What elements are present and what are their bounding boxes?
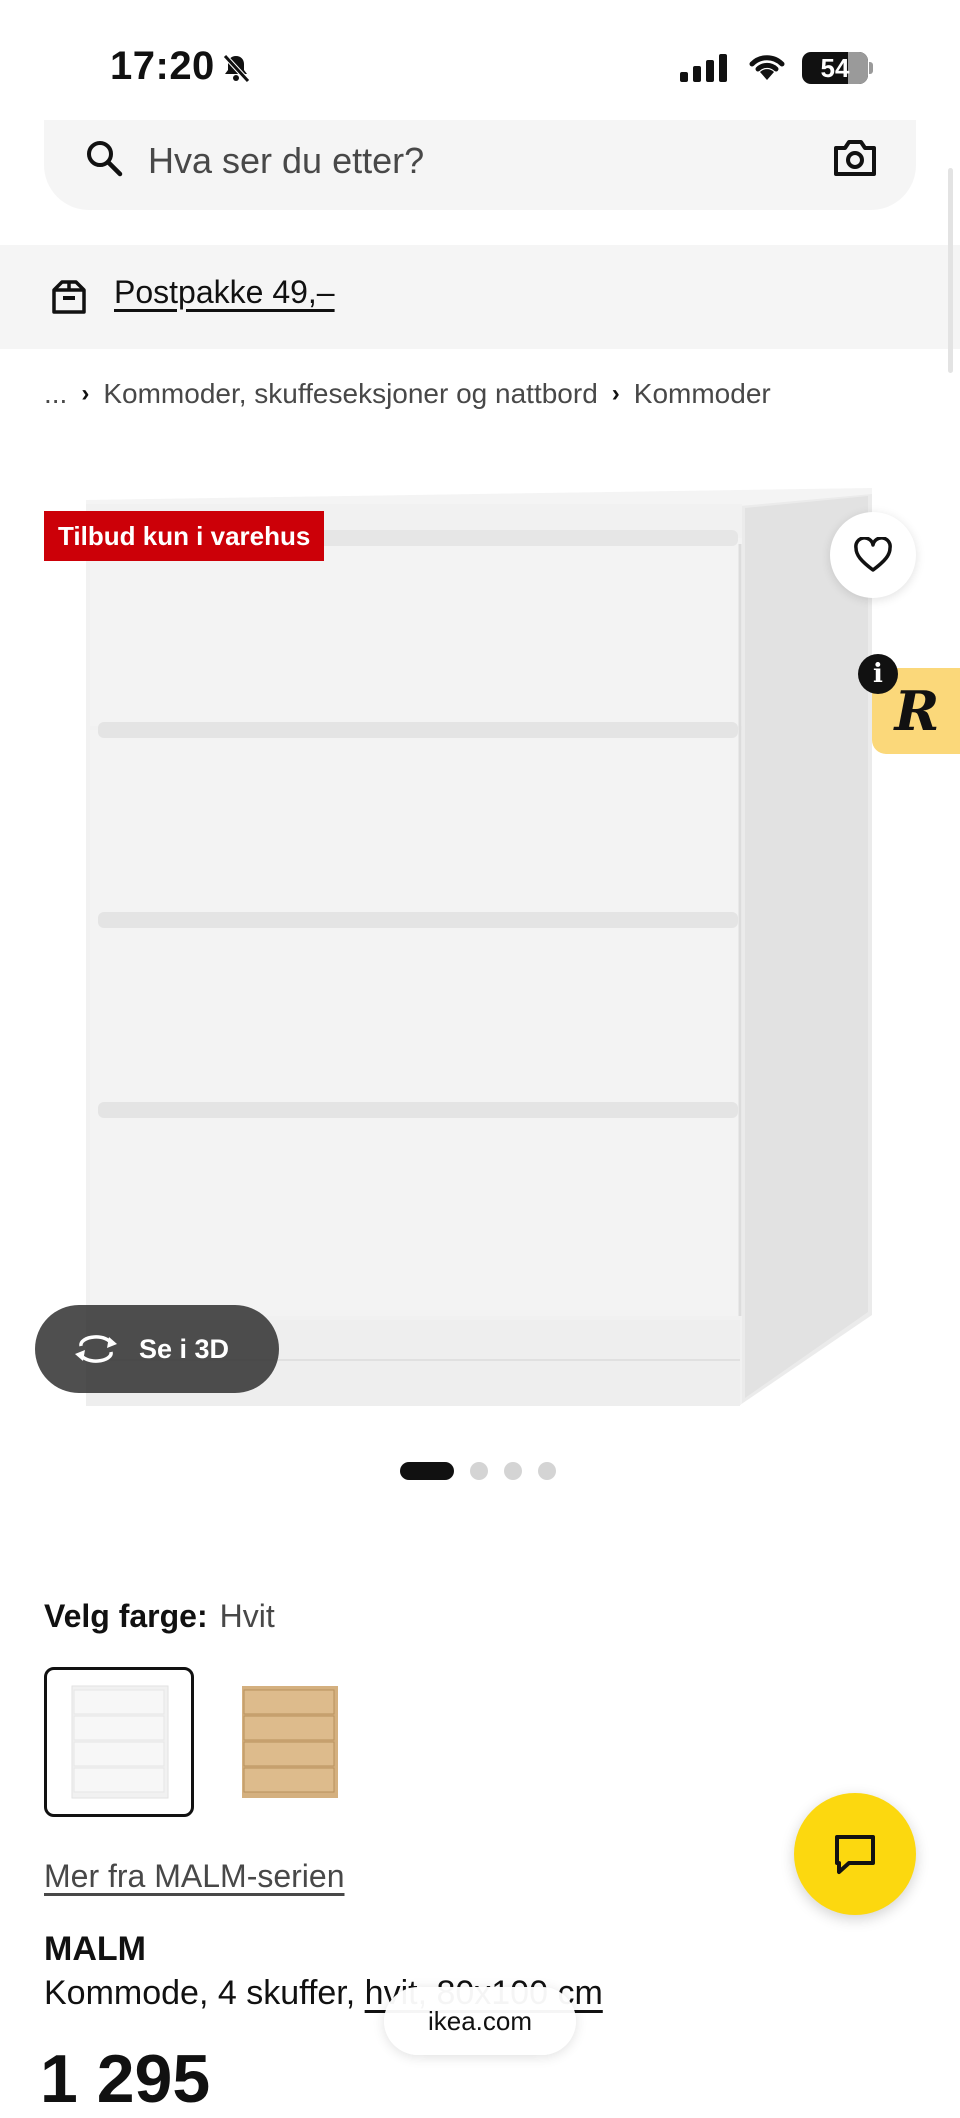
status-time: 17:20 [110, 44, 215, 88]
product-description-text: Kommode, 4 skuffer, [44, 1974, 365, 2012]
wifi-icon [749, 55, 785, 80]
carousel-dot-3[interactable] [504, 1462, 522, 1480]
carousel-dot-2[interactable] [470, 1462, 488, 1480]
shipping-link[interactable]: Postpakke 49,– [114, 274, 335, 311]
rotate-3d-icon [75, 1335, 117, 1363]
browser-url-bar[interactable]: ikea.com [384, 1987, 576, 2055]
white-dresser-thumbnail [71, 1685, 169, 1799]
info-icon[interactable]: i [858, 654, 898, 694]
bell-muted-icon [223, 54, 250, 83]
breadcrumb: ... › Kommoder, skuffeseksjoner og nattb… [44, 378, 771, 410]
battery-level: 54 [820, 52, 850, 83]
carousel-dot-1[interactable] [400, 1462, 454, 1480]
carousel-dot-4[interactable] [538, 1462, 556, 1480]
scrollbar [948, 168, 953, 373]
search-input[interactable]: Hva ser du etter? [148, 140, 424, 182]
color-selected-value: Hvit [219, 1598, 275, 1634]
chat-icon [835, 1835, 875, 1874]
browser-url: ikea.com [427, 2005, 533, 2036]
chat-button[interactable] [794, 1793, 916, 1915]
camera-icon[interactable] [832, 136, 878, 178]
chevron-right-icon: › [81, 380, 90, 407]
view-3d-button[interactable]: Se i 3D [35, 1305, 279, 1393]
product-image[interactable] [0, 470, 960, 1430]
partner-logo: R [894, 679, 940, 743]
heart-icon [854, 537, 892, 572]
color-option-oak[interactable] [214, 1667, 364, 1817]
color-label-title: Velg farge: [44, 1598, 208, 1634]
product-name: MALM [44, 1930, 146, 1968]
breadcrumb-item-chests-drawers[interactable]: Kommoder, skuffeseksjoner og nattbord [103, 378, 597, 410]
battery-indicator: 54 [802, 52, 873, 84]
package-icon [52, 280, 86, 314]
color-option-white[interactable] [44, 1667, 194, 1817]
breadcrumb-item-dressers[interactable]: Kommoder [634, 378, 771, 410]
carousel-pagination[interactable] [400, 1462, 556, 1480]
view-3d-label: Se i 3D [139, 1333, 230, 1364]
breadcrumb-ellipsis[interactable]: ... [44, 378, 67, 410]
oak-dresser-thumbnail [242, 1686, 338, 1798]
wishlist-button[interactable] [830, 512, 916, 598]
search-icon[interactable] [84, 138, 124, 178]
color-label: Velg farge: Hvit [44, 1598, 275, 1635]
series-link[interactable]: Mer fra MALM-serien [44, 1858, 345, 1895]
chevron-right-icon: › [611, 380, 620, 407]
product-price: 1 295 [40, 2041, 211, 2117]
offer-badge: Tilbud kun i varehus [44, 511, 325, 561]
cellular-signal-icon [680, 54, 727, 82]
